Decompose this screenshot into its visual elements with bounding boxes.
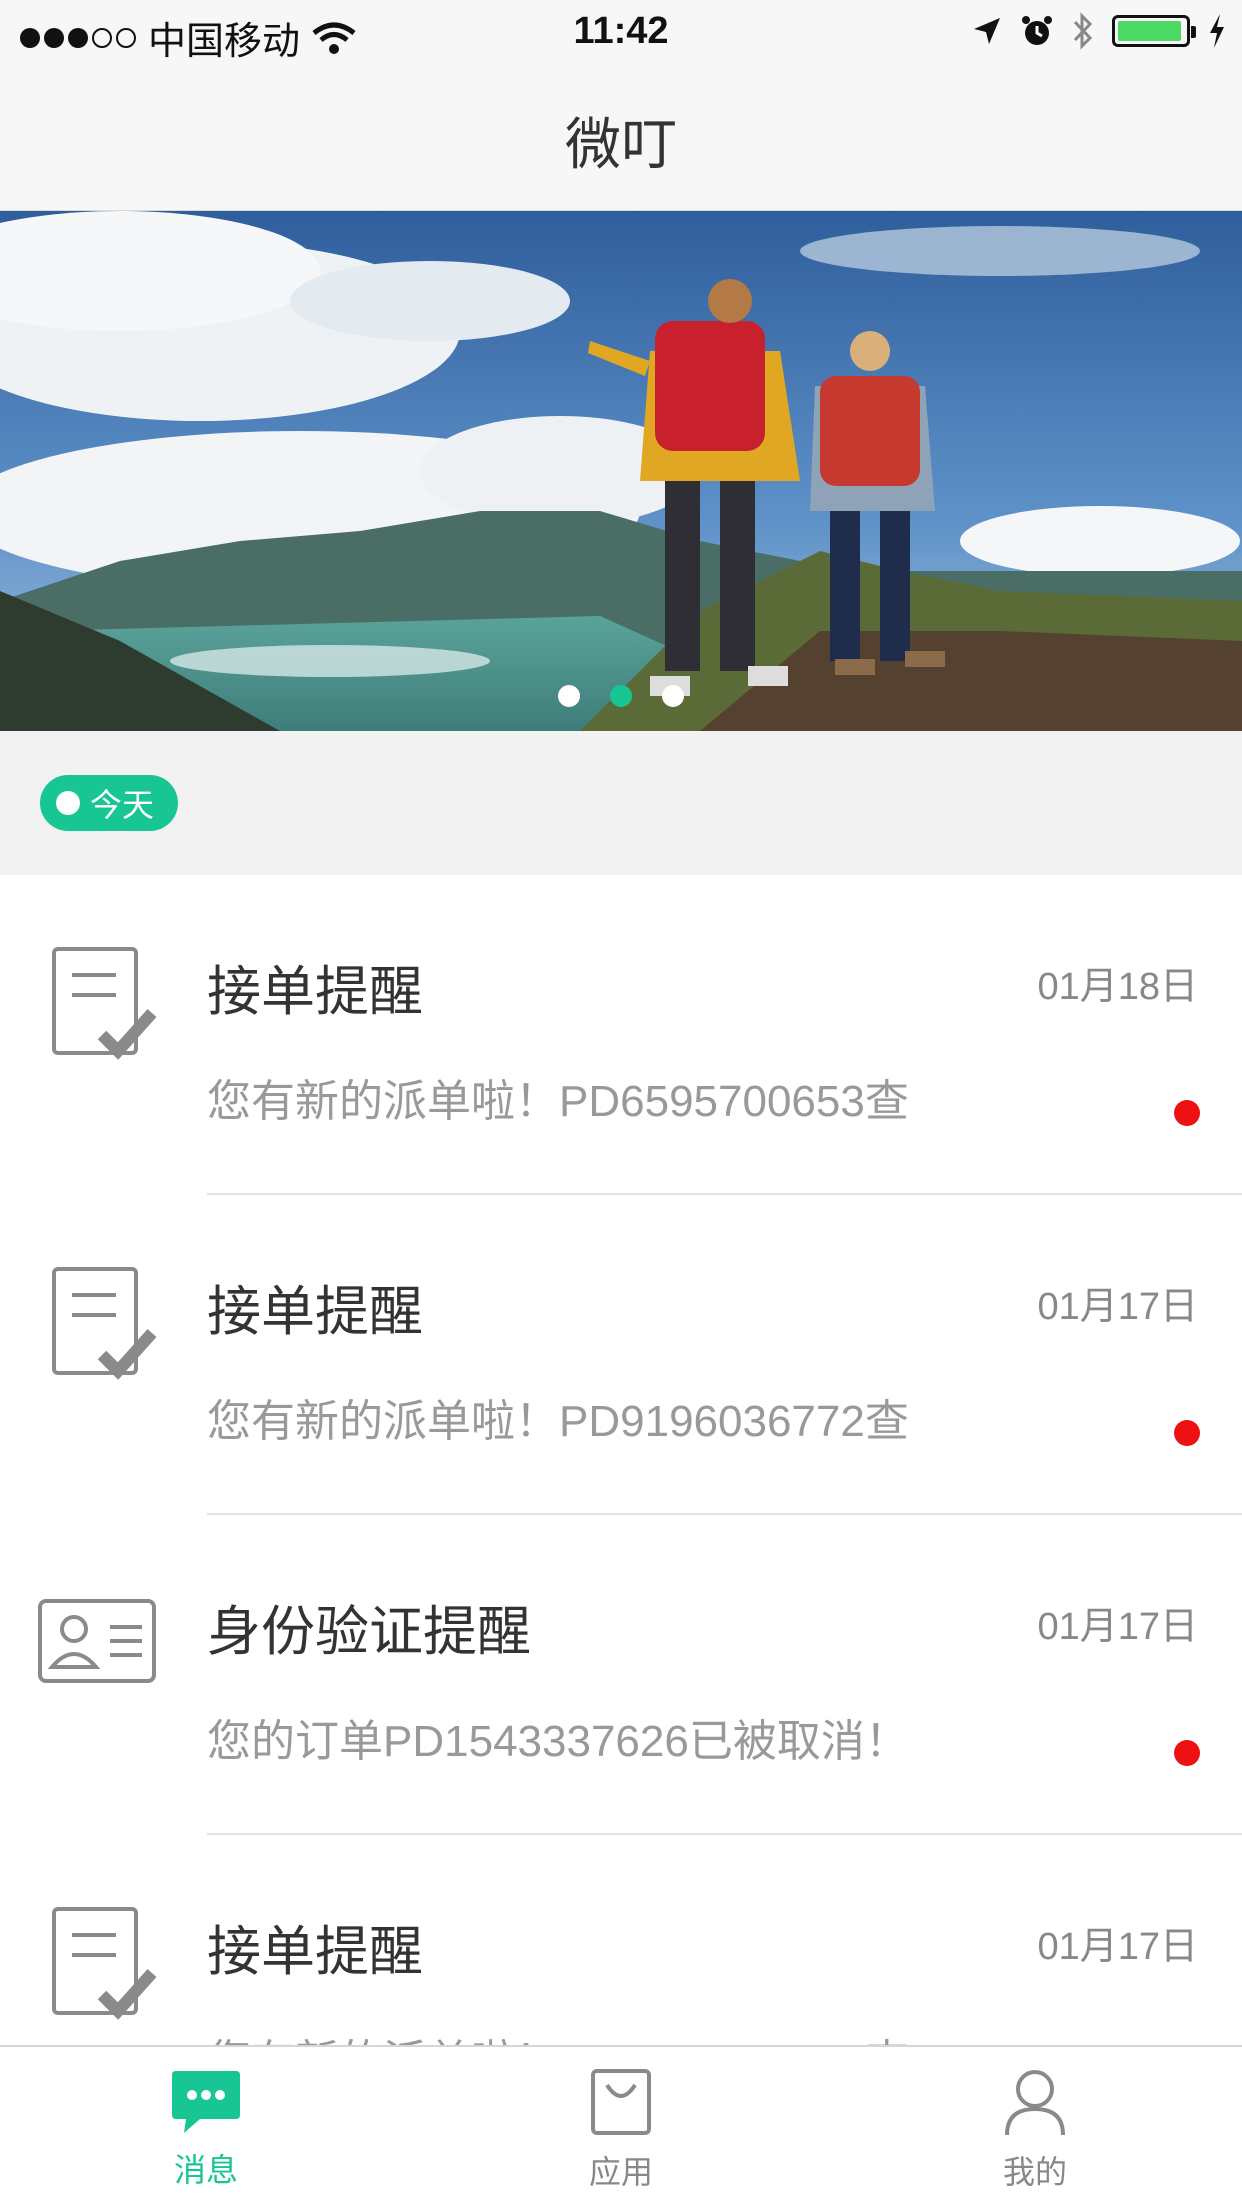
pager-dot[interactable] (662, 685, 684, 707)
battery-icon (1112, 15, 1196, 47)
person-icon (1005, 2070, 1065, 2136)
message-date: 01月17日 (1037, 1606, 1198, 1648)
message-item[interactable]: 身份验证提醒 01月17日 您的订单PD1543337626已被取消！ (0, 1515, 1242, 1835)
order-check-icon (52, 1267, 157, 1380)
today-label: 今天 (90, 787, 155, 823)
badge-dot-icon (56, 791, 80, 815)
order-check-icon (52, 947, 157, 1060)
unread-indicator (1174, 1420, 1200, 1446)
message-item[interactable]: 接单提醒 01月17日 您有新的派单啦！PD1543337626查 (0, 1835, 1242, 2045)
message-item[interactable]: 接单提醒 01月18日 您有新的派单啦！PD6595700653查 (0, 875, 1242, 1195)
message-list: 接单提醒 01月18日 您有新的派单啦！PD6595700653查 接单提醒 0… (0, 875, 1242, 2045)
banner-pager (0, 685, 1242, 707)
message-body: 您有新的派单啦！PD9196036772查 (207, 1397, 909, 1446)
order-check-icon (52, 1907, 157, 2020)
banner-image (0, 211, 1242, 731)
message-title: 身份验证提醒 (207, 1602, 531, 1662)
status-bar: 中国移动 11:42 (0, 0, 1242, 66)
date-section-header: 今天 (0, 731, 1242, 875)
pager-dot[interactable] (558, 685, 580, 707)
tab-label: 消息 (173, 2152, 238, 2188)
status-right (972, 12, 1226, 50)
unread-indicator (1174, 1100, 1200, 1126)
message-body: 您的订单PD1543337626已被取消！ (207, 1717, 909, 1766)
message-body: 您有新的派单啦！PD1543337626查 (207, 2025, 909, 2045)
id-card-icon (38, 1599, 156, 1683)
tab-messages[interactable]: 消息 (106, 2047, 306, 2210)
page-title: 微叮 (565, 113, 677, 176)
chat-bubble-icon (172, 2071, 240, 2133)
message-body: 您有新的派单啦！PD6595700653查 (207, 1077, 909, 1126)
banner-carousel[interactable] (0, 211, 1242, 731)
location-arrow-icon (974, 18, 1000, 44)
pager-dot[interactable] (610, 685, 632, 707)
message-item[interactable]: 接单提醒 01月17日 您有新的派单啦！PD9196036772查 (0, 1195, 1242, 1515)
message-title: 接单提醒 (207, 1282, 423, 1342)
navigation-bar: 微叮 (0, 66, 1242, 211)
message-date: 01月17日 (1037, 1286, 1198, 1328)
charging-bolt-icon (1210, 14, 1224, 48)
tab-label: 应用 (588, 2154, 653, 2190)
bluetooth-icon (1073, 12, 1093, 50)
tab-apps[interactable]: 应用 (521, 2047, 721, 2210)
tab-profile[interactable]: 我的 (935, 2047, 1135, 2210)
message-date: 01月18日 (1037, 966, 1198, 1008)
tab-label: 我的 (1002, 2154, 1067, 2190)
today-badge: 今天 (40, 775, 178, 831)
message-date: 01月17日 (1037, 1926, 1198, 1968)
alarm-clock-icon (1022, 16, 1052, 45)
unread-indicator (1174, 1740, 1200, 1766)
message-title: 接单提醒 (207, 962, 423, 1022)
tab-bar: 消息 应用 我的 (0, 2045, 1242, 2210)
shopping-bag-icon (591, 2069, 651, 2135)
message-title: 接单提醒 (207, 1922, 423, 1982)
